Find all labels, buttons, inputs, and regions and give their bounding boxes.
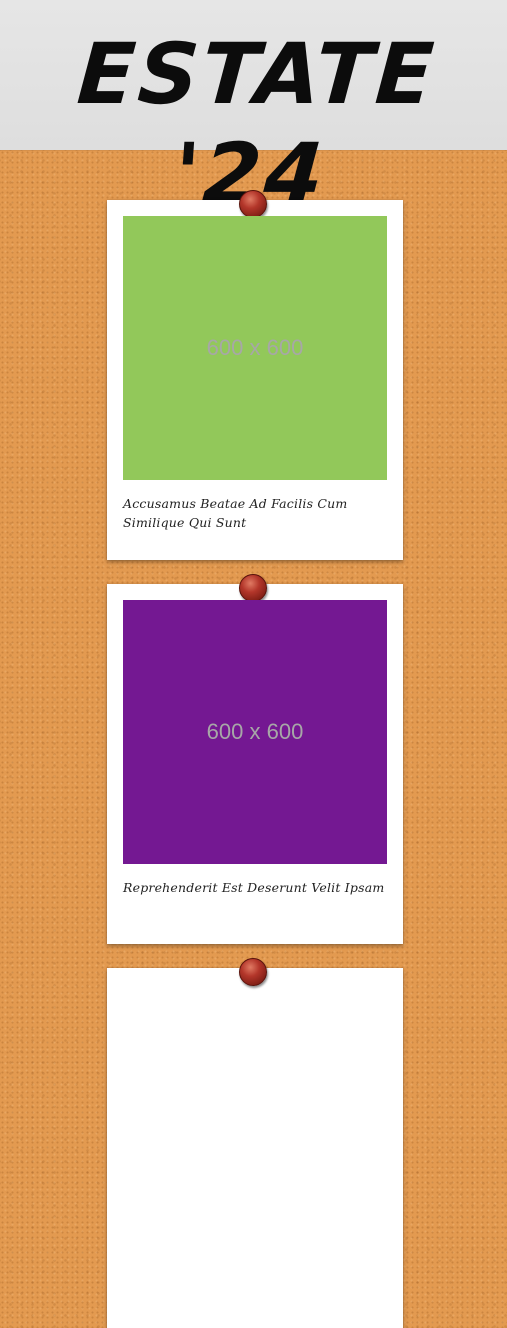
pushpin-icon <box>239 190 267 218</box>
photo-size-label: 600 x 600 <box>206 719 304 744</box>
pushpin-icon <box>239 958 267 986</box>
photo-card[interactable]: 600 x 600 Reprehenderit Est Deserunt Vel… <box>107 574 403 944</box>
photo-card[interactable]: 600 x 600 Accusamus Beatae Ad Facilis Cu… <box>107 190 403 560</box>
photo-card[interactable] <box>107 958 403 1328</box>
pushpin-icon <box>239 574 267 602</box>
photo-caption: Reprehenderit Est Deserunt Velit Ipsam <box>123 880 385 895</box>
header-banner: ESTATE '24 <box>0 0 507 223</box>
photo-placeholder[interactable]: 600 x 600 <box>123 216 387 480</box>
photo-caption: Accusamus Beatae Ad Facilis Cum Similiqu… <box>123 496 348 530</box>
photo-placeholder[interactable]: 600 x 600 <box>123 600 387 864</box>
photo-size-label: 600 x 600 <box>206 335 304 360</box>
